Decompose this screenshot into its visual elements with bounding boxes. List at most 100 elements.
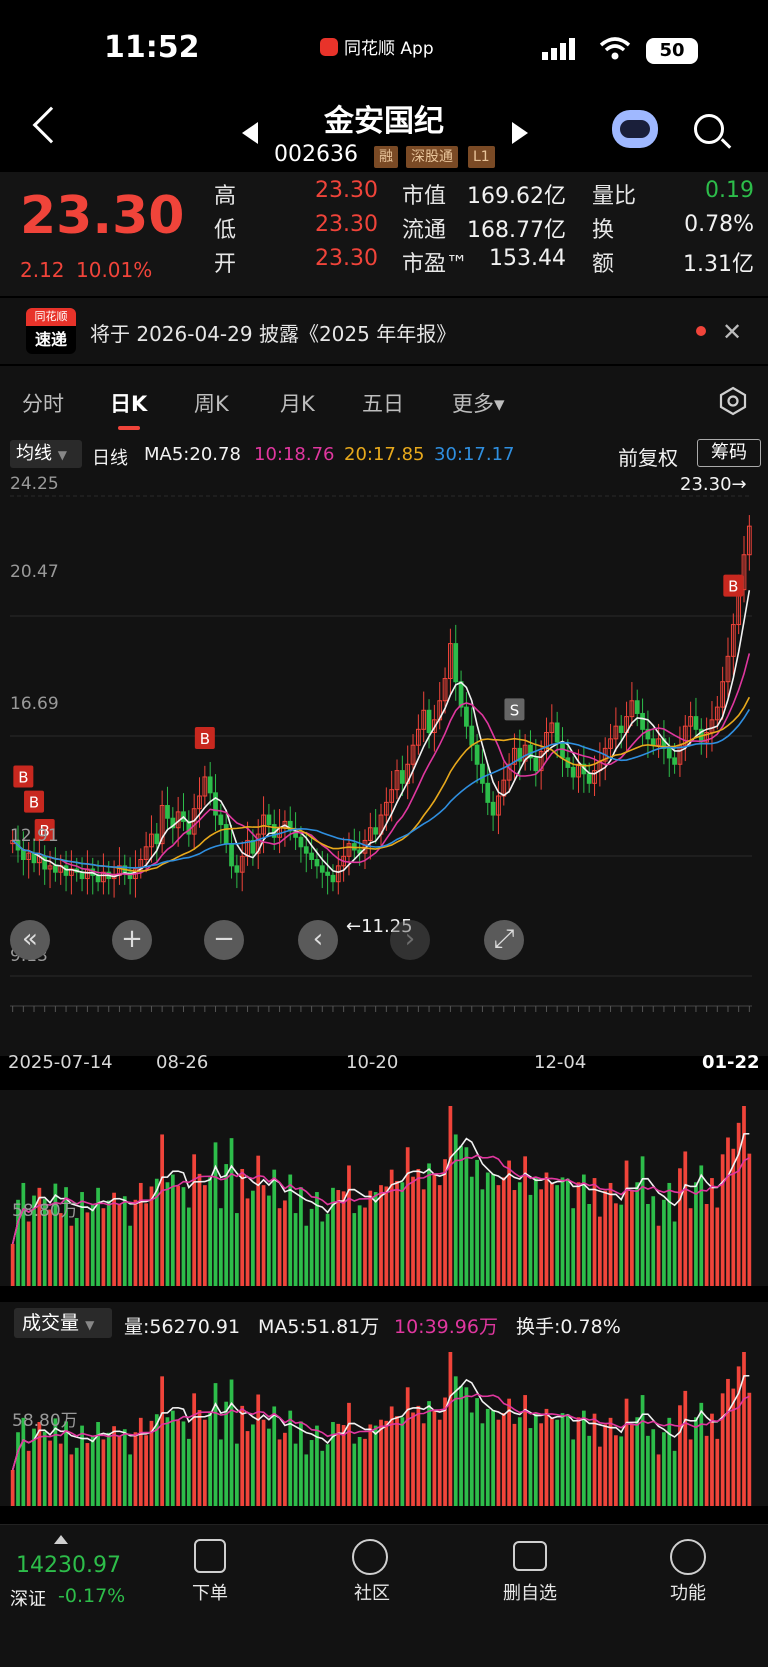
- tab-five-day[interactable]: 五日: [362, 388, 404, 418]
- volume-bar: [405, 1147, 410, 1286]
- adjust-mode[interactable]: 前复权: [618, 442, 678, 471]
- volume-bar: [218, 1439, 223, 1506]
- community-button[interactable]: 社区: [322, 1579, 422, 1605]
- volume-bar: [10, 1469, 15, 1506]
- volume-bar: [597, 1216, 602, 1286]
- volume-chart-2[interactable]: 58.80万: [0, 1342, 768, 1506]
- volume-bar: [608, 1417, 613, 1506]
- volume-ma5-2: MA5:51.81万: [258, 1316, 380, 1338]
- volume-bar: [704, 1203, 709, 1286]
- volume-bar: [165, 1182, 170, 1286]
- volume-ratio-value: 0.19: [705, 178, 754, 203]
- candle-body: [485, 782, 491, 803]
- scroll-left-button[interactable]: ‹: [298, 920, 338, 960]
- volume-bar: [614, 1203, 618, 1286]
- volume-bar: [432, 1410, 437, 1506]
- next-stock-icon[interactable]: [512, 122, 528, 144]
- volume-bar: [26, 1221, 31, 1286]
- volume-turnover-2: 换手:0.78%: [516, 1316, 621, 1338]
- volume-bar: [138, 1417, 143, 1506]
- price-change-pct: 10.01%: [76, 258, 153, 282]
- volume-ratio-label: 量比: [592, 184, 637, 209]
- float-cap-value: 168.77亿: [467, 218, 566, 243]
- candle-body: [303, 846, 309, 854]
- candle-body: [650, 738, 656, 746]
- volume-bar: [496, 1419, 501, 1506]
- candle-body: [165, 805, 170, 819]
- close-icon[interactable]: ✕: [722, 318, 742, 346]
- candle-body: [586, 773, 592, 784]
- zoom-in-button[interactable]: +: [112, 920, 152, 960]
- tab-monthly-k[interactable]: 月K: [280, 388, 315, 418]
- volume-bar: [101, 1208, 106, 1286]
- chips-button[interactable]: 筹码: [697, 439, 761, 467]
- volume-bar: [299, 1187, 303, 1286]
- functions-icon[interactable]: [670, 1539, 706, 1575]
- candle-body: [570, 766, 576, 778]
- order-icon[interactable]: [194, 1539, 226, 1573]
- zoom-out-button[interactable]: −: [204, 920, 244, 960]
- community-icon[interactable]: [352, 1539, 388, 1575]
- low-label: 低: [214, 218, 237, 243]
- scroll-right-button[interactable]: ›: [390, 920, 430, 960]
- volume-bar: [69, 1225, 74, 1286]
- volume-bar: [560, 1413, 565, 1506]
- tab-daily-k[interactable]: 日K: [110, 388, 147, 418]
- volume-bar: [144, 1203, 148, 1286]
- volume-bar: [106, 1432, 111, 1506]
- volume-bar: [678, 1168, 682, 1286]
- volume-bar: [421, 1189, 426, 1286]
- volume-bar: [352, 1443, 357, 1506]
- volume-bar: [400, 1182, 405, 1286]
- functions-button[interactable]: 功能: [638, 1579, 738, 1605]
- volume-bar: [448, 1106, 453, 1286]
- volume-level-label-1: 58.80万: [12, 1201, 78, 1221]
- volume-bar: [672, 1450, 677, 1506]
- volume-bar: [325, 1213, 330, 1286]
- notice-badge: 同花顺 速递: [26, 308, 76, 354]
- volume-bar: [64, 1421, 68, 1506]
- volume-bar: [272, 1169, 277, 1286]
- ai-assistant-icon[interactable]: [612, 110, 658, 148]
- volume-bar: [699, 1165, 704, 1286]
- prev-stock-icon[interactable]: [242, 122, 258, 144]
- volume-bar: [597, 1446, 602, 1506]
- volume-bar: [90, 1204, 95, 1286]
- volume-bar: [443, 1397, 447, 1506]
- volume-chart-1[interactable]: 58.80万: [0, 1096, 768, 1286]
- index-value[interactable]: 14230.97: [16, 1553, 121, 1578]
- volume-bar: [646, 1203, 650, 1286]
- volume-bar: [85, 1212, 90, 1286]
- settings-icon[interactable]: [718, 386, 748, 416]
- fullscreen-button[interactable]: ⤢: [484, 920, 524, 960]
- expand-up-icon[interactable]: [54, 1535, 68, 1544]
- volume-bar: [480, 1423, 485, 1506]
- search-icon[interactable]: [694, 114, 724, 144]
- notice-banner[interactable]: 同花顺 速递 将于 2026-04-29 披露《2025 年年报》: [0, 298, 768, 364]
- tab-intraday[interactable]: 分时: [22, 388, 64, 418]
- volume-bar: [26, 1450, 31, 1506]
- volume-bar: [363, 1207, 367, 1286]
- rewind-button[interactable]: «: [10, 920, 50, 960]
- volume-bar: [464, 1387, 469, 1506]
- tab-more[interactable]: 更多▾: [452, 388, 505, 418]
- volume-bar: [694, 1417, 698, 1506]
- candle-body: [666, 747, 672, 759]
- volume-indicator-dropdown-2[interactable]: 成交量 ▼: [14, 1308, 112, 1338]
- candlestick-chart[interactable]: BBBBSB 24.25 20.47 16.69 12.91 9.13 23.3…: [0, 474, 768, 1073]
- remove-watchlist-icon[interactable]: [513, 1541, 547, 1571]
- candle-body: [330, 874, 336, 883]
- candlestick-svg: BBBBSB: [10, 495, 752, 1012]
- volume-bar: [149, 1420, 154, 1506]
- price-change: 2.12: [20, 258, 65, 282]
- order-button[interactable]: 下单: [160, 1579, 260, 1605]
- remove-watchlist-button[interactable]: 删自选: [480, 1579, 580, 1605]
- indicator-dropdown[interactable]: 均线 ▼: [10, 440, 82, 468]
- volume-bar: [469, 1412, 474, 1506]
- volume-bar: [651, 1196, 656, 1286]
- candle-body: [533, 757, 539, 772]
- tab-weekly-k[interactable]: 周K: [194, 388, 229, 418]
- volume-bar: [299, 1421, 303, 1506]
- volume-bar: [411, 1412, 415, 1506]
- candle-body: [95, 874, 101, 883]
